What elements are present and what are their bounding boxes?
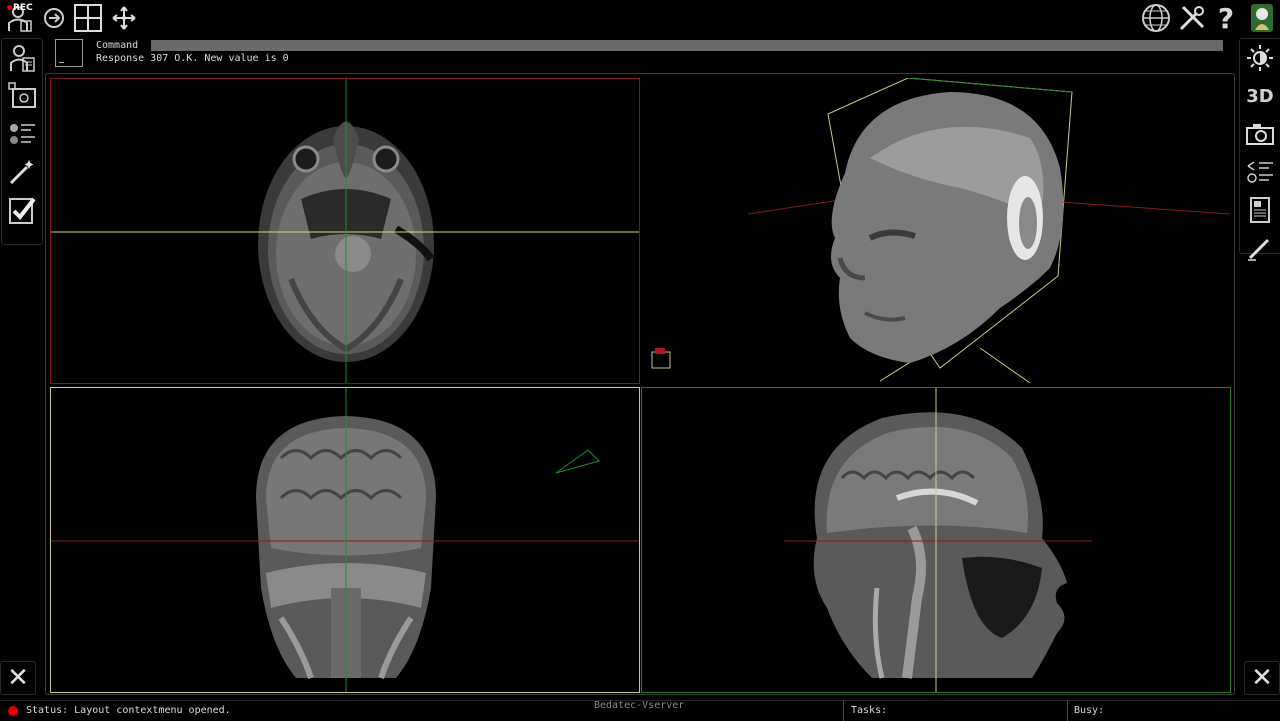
screen-capture-icon[interactable] [2,77,42,115]
tools-icon[interactable] [1176,2,1208,34]
status-separator [843,701,844,721]
move-arrows-icon[interactable] [108,2,140,34]
brightness-icon[interactable] [1240,39,1280,77]
sagittal-view[interactable] [641,387,1231,693]
patient-record-icon[interactable] [2,39,42,77]
rotate-icon[interactable] [38,2,70,34]
magic-wand-icon[interactable] [2,153,42,191]
pen-icon[interactable] [1240,229,1280,267]
camera-icon[interactable] [1240,115,1280,153]
close-right-panel-button[interactable]: ✕ [1244,661,1280,695]
command-input[interactable] [151,40,1223,51]
command-label: Command [96,40,139,51]
top-toolbar: REC ? [0,0,1280,36]
layers-list-icon[interactable] [1240,153,1280,191]
document-icon[interactable] [1240,191,1280,229]
close-icon: ✕ [1251,663,1273,693]
close-left-panel-button[interactable]: ✕ [0,661,36,695]
close-icon: ✕ [7,663,29,693]
command-history-box[interactable] [55,39,83,67]
grid-layout-icon[interactable] [72,2,104,34]
organ-list-icon[interactable] [2,115,42,153]
status-separator [1067,701,1068,721]
status-bar: Status: Layout contextmenu opened. Bedat… [0,700,1280,721]
server-label: Bedatec-Vserver [594,700,685,711]
tasks-label: Tasks: [851,705,888,716]
status-text: Status: Layout contextmenu opened. [26,705,231,716]
status-dot-icon [8,706,18,716]
command-response: Response 307 O.K. New value is 0 [96,53,289,64]
3d-icon[interactable]: 3D [1240,77,1280,115]
checklist-icon[interactable] [2,191,42,229]
rec-indicator: REC [7,3,33,13]
coronal-view[interactable] [50,387,640,693]
help-icon[interactable]: ? [1210,2,1242,35]
axial-view[interactable] [50,78,640,384]
3d-volume-view[interactable] [640,78,1230,384]
bedatec-logo-icon[interactable] [1246,2,1278,34]
left-sidebar [1,38,43,245]
right-sidebar: 3D [1239,38,1280,261]
busy-label: Busy: [1074,705,1105,716]
globe-icon[interactable] [1140,2,1172,34]
